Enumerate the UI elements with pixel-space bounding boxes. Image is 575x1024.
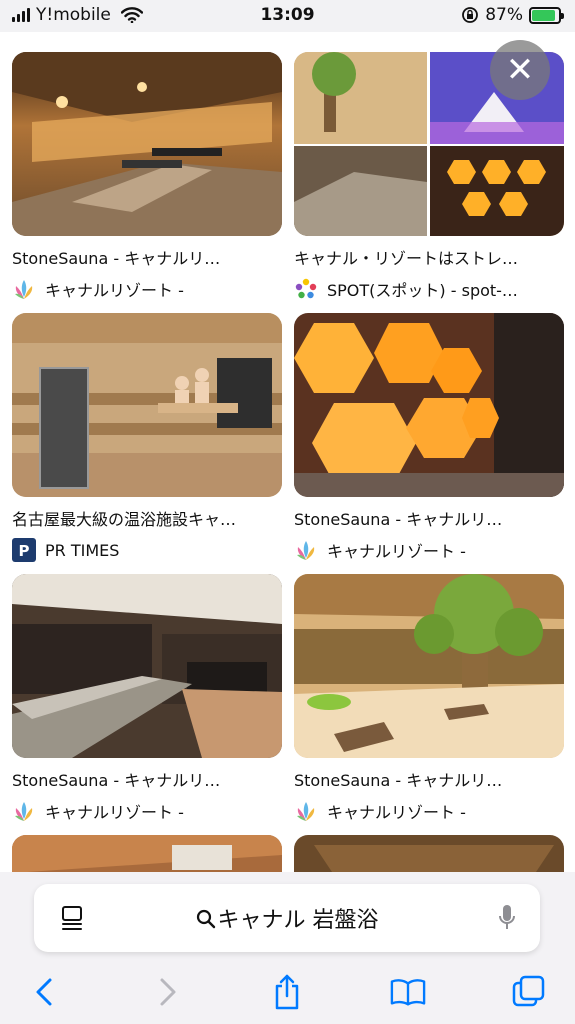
bookmarks-icon	[390, 979, 426, 1006]
pr-times-logo-icon: P	[12, 538, 36, 562]
result-thumbnail[interactable]	[294, 574, 564, 758]
tabs-icon	[512, 975, 545, 1007]
result-source-label: SPOT(スポット) - spot-…	[327, 281, 518, 300]
canal-resort-logo-icon	[12, 799, 36, 823]
result-title[interactable]: StoneSauna - キャナルリ…	[12, 767, 282, 791]
result-source[interactable]: キャナルリゾート -	[294, 799, 564, 823]
chevron-right-icon	[160, 978, 176, 1006]
share-button[interactable]	[269, 974, 305, 1010]
tabs-button[interactable]	[511, 974, 547, 1010]
result-source-label: PR TIMES	[45, 540, 120, 560]
result-source-label: キャナルリゾート -	[45, 281, 184, 300]
result-thumbnail[interactable]	[12, 835, 282, 872]
result-source-label: キャナルリゾート -	[45, 803, 184, 822]
image-results-grid: StoneSauna - キャナルリ… キャナルリゾート - キャナル・リゾート…	[0, 32, 575, 872]
close-button[interactable]: ✕	[490, 40, 550, 100]
status-right: 87%	[461, 5, 564, 25]
result-card[interactable]	[12, 835, 282, 872]
bookmarks-button[interactable]	[390, 974, 426, 1010]
result-title[interactable]: StoneSauna - キャナルリ…	[12, 245, 282, 269]
chevron-left-icon	[36, 978, 52, 1006]
result-title[interactable]: StoneSauna - キャナルリ…	[294, 506, 564, 530]
result-card[interactable]: StoneSauna - キャナルリ… キャナルリゾート -	[12, 52, 282, 301]
address-bar[interactable]: キャナル 岩盤浴	[34, 884, 540, 952]
microphone-icon[interactable]	[498, 904, 516, 932]
result-title[interactable]: 名古屋最大級の温浴施設キャ…	[12, 506, 282, 530]
browser-bottom-bar: キャナル 岩盤浴	[0, 872, 575, 1024]
forward-button[interactable]	[150, 974, 186, 1010]
address-query[interactable]: キャナル 岩盤浴	[34, 902, 540, 934]
result-source[interactable]: キャナルリゾート -	[12, 277, 282, 301]
result-source[interactable]: キャナルリゾート -	[294, 538, 564, 562]
browser-toolbar	[0, 970, 575, 1014]
result-thumbnail[interactable]	[12, 574, 282, 758]
share-icon	[275, 974, 299, 1010]
result-thumbnail[interactable]	[12, 313, 282, 497]
result-thumbnail[interactable]	[294, 835, 564, 872]
back-button[interactable]	[26, 974, 62, 1010]
spot-logo-icon	[294, 277, 318, 301]
result-card[interactable]: StoneSauna - キャナルリ… キャナルリゾート -	[12, 574, 282, 823]
result-source[interactable]: キャナルリゾート -	[12, 799, 282, 823]
status-bar: Y!mobile 13:09 87%	[0, 0, 575, 32]
address-query-text: キャナル 岩盤浴	[217, 908, 379, 933]
result-source-label: キャナルリゾート -	[327, 542, 466, 561]
canal-resort-logo-icon	[294, 799, 318, 823]
orientation-lock-icon	[462, 7, 479, 23]
battery-icon	[529, 6, 564, 24]
result-source-label: キャナルリゾート -	[327, 803, 466, 822]
canal-resort-logo-icon	[294, 538, 318, 562]
canal-resort-logo-icon	[12, 277, 36, 301]
result-card[interactable]: StoneSauna - キャナルリ… キャナルリゾート -	[294, 313, 564, 562]
result-card[interactable]: StoneSauna - キャナルリ… キャナルリゾート -	[294, 574, 564, 823]
svg-text:P: P	[19, 542, 30, 560]
battery-percent: 87%	[485, 5, 523, 25]
result-title[interactable]: キャナル・リゾートはストレ…	[294, 245, 564, 269]
result-source[interactable]: P PR TIMES	[12, 538, 282, 562]
result-title[interactable]: StoneSauna - キャナルリ…	[294, 767, 564, 791]
search-icon	[196, 909, 215, 929]
result-thumbnail[interactable]	[294, 313, 564, 497]
result-card[interactable]	[294, 835, 564, 872]
result-thumbnail[interactable]	[12, 52, 282, 236]
close-icon: ✕	[505, 50, 535, 90]
result-card[interactable]: 名古屋最大級の温浴施設キャ… P PR TIMES	[12, 313, 282, 562]
result-source[interactable]: SPOT(スポット) - spot-…	[294, 277, 564, 301]
